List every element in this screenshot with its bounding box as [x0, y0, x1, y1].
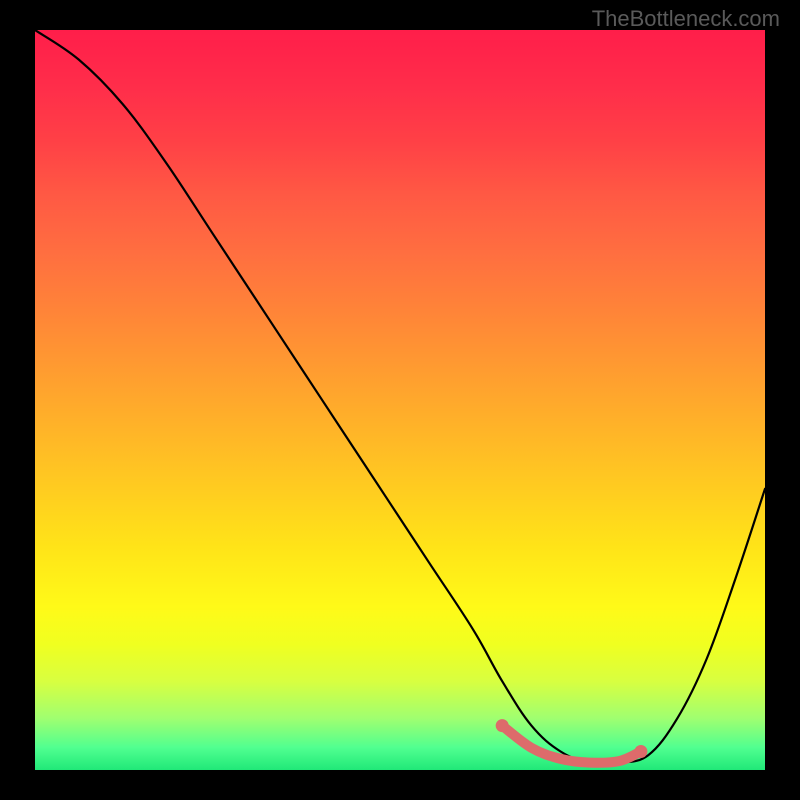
chart-gradient-background	[35, 30, 765, 770]
watermark-text: TheBottleneck.com	[592, 6, 780, 32]
chart-container	[35, 30, 765, 770]
